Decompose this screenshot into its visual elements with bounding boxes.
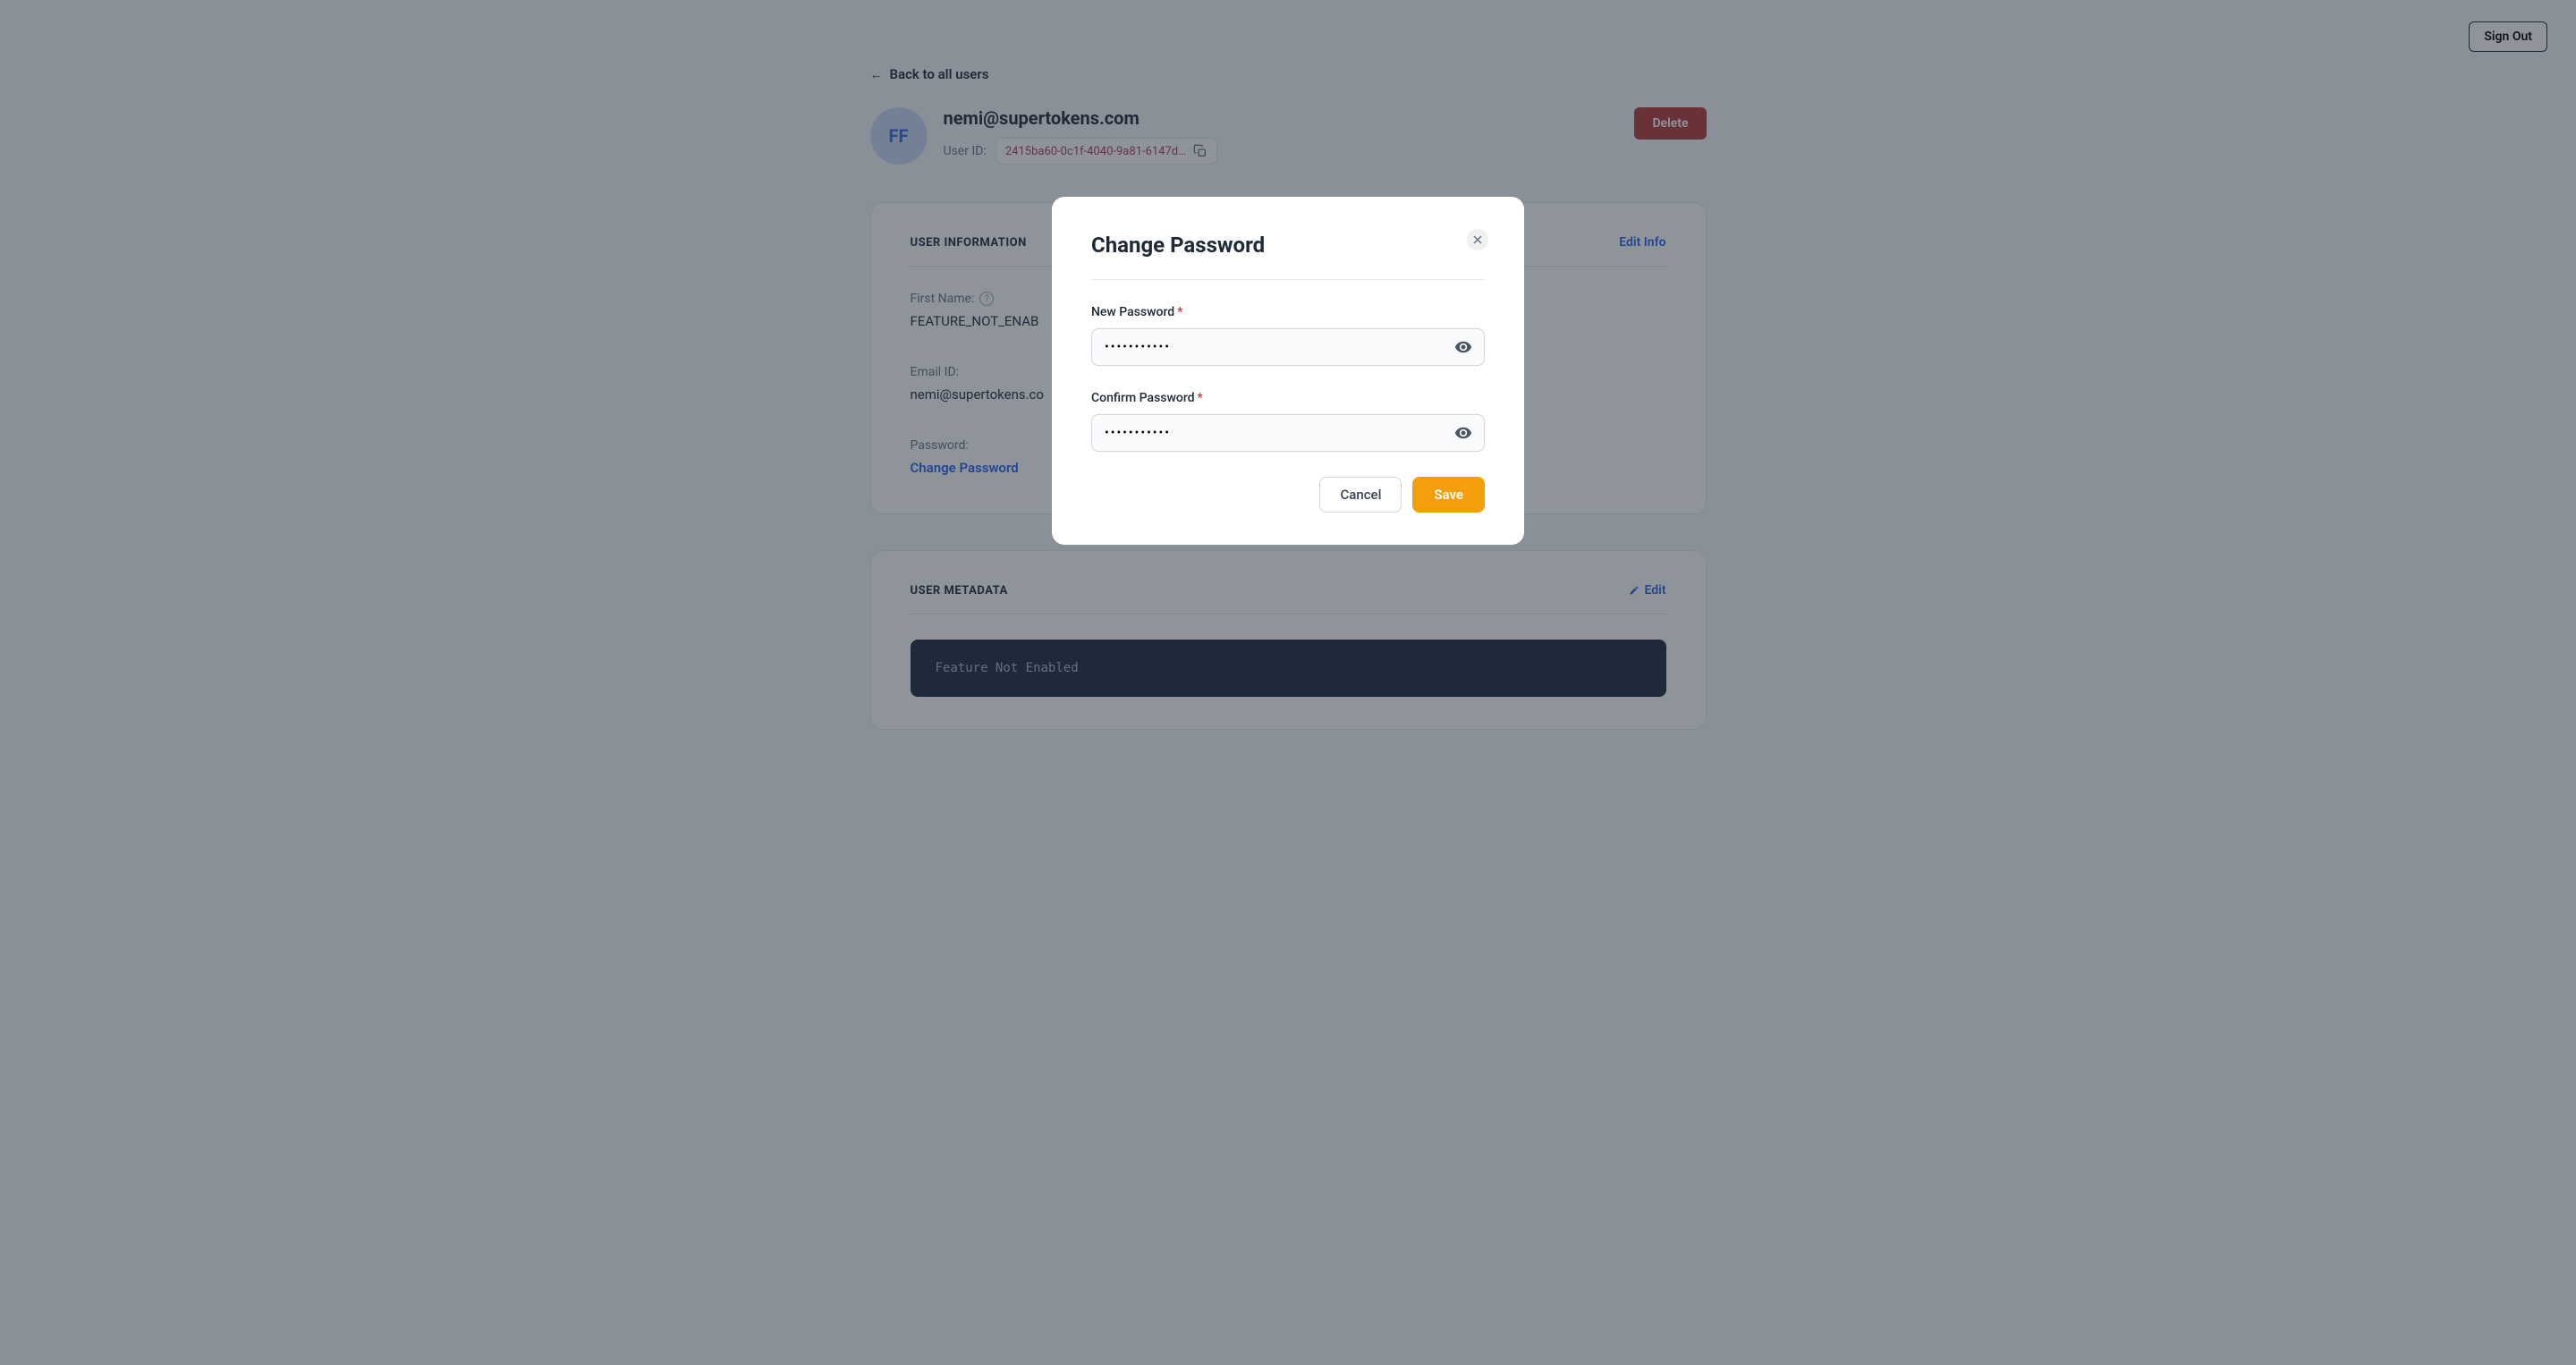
modal-overlay[interactable]: Change Password New Password* Confirm Pa… — [0, 0, 2576, 1365]
new-password-label: New Password* — [1091, 305, 1485, 319]
modal-title: Change Password — [1091, 233, 1485, 280]
eye-icon[interactable] — [1454, 338, 1472, 356]
confirm-password-input[interactable] — [1091, 414, 1485, 452]
confirm-password-label: Confirm Password* — [1091, 391, 1485, 405]
cancel-button[interactable]: Cancel — [1319, 477, 1402, 513]
save-button[interactable]: Save — [1412, 477, 1485, 513]
eye-icon[interactable] — [1454, 424, 1472, 442]
new-password-input[interactable] — [1091, 328, 1485, 366]
change-password-modal: Change Password New Password* Confirm Pa… — [1052, 197, 1524, 545]
close-icon[interactable] — [1467, 229, 1488, 250]
